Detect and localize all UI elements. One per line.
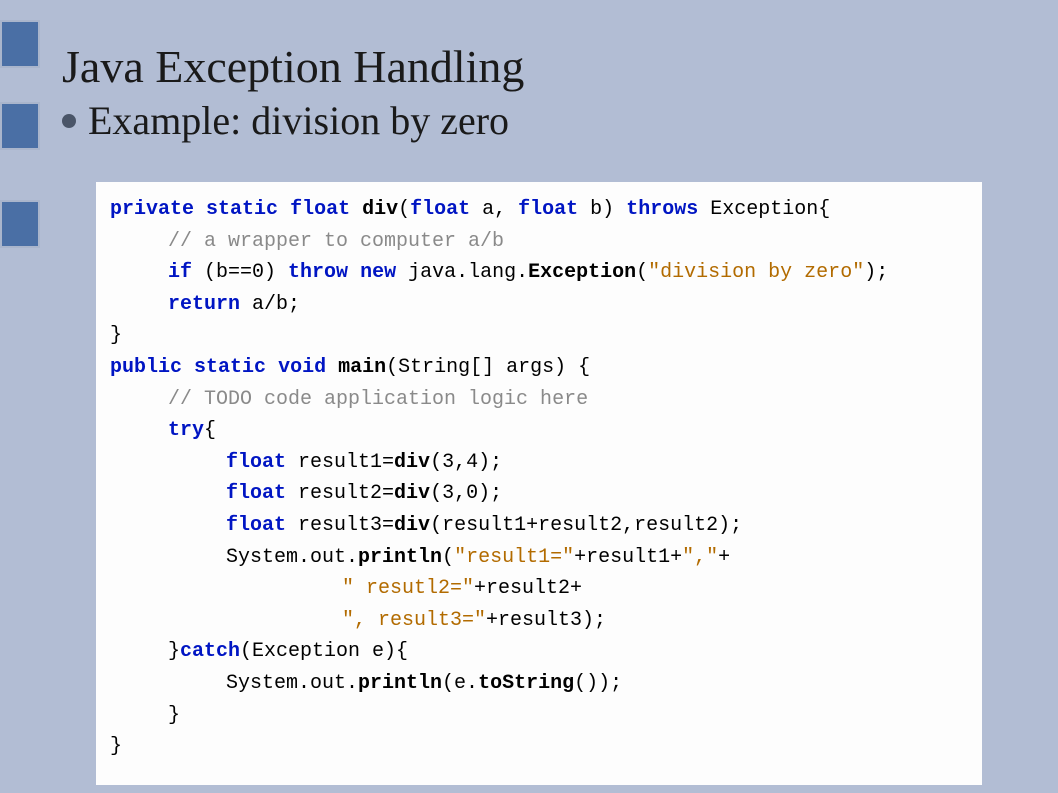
kw-throws: throws: [626, 198, 698, 221]
code-line: public static void main(String[] args) {: [110, 352, 968, 384]
txt: result1=: [286, 451, 394, 474]
string: " resutl2=": [342, 577, 474, 600]
header: Java Exception Handling Example: divisio…: [62, 40, 992, 144]
kw-throw: throw: [288, 261, 348, 284]
kw-float: float: [226, 514, 286, 537]
kw-float: float: [518, 198, 578, 221]
txt: (e.: [442, 672, 478, 695]
txt: (: [398, 198, 410, 221]
fn-tostring: toString: [478, 672, 574, 695]
kw-catch: catch: [180, 640, 240, 663]
txt: ());: [574, 672, 622, 695]
fn-main: main: [338, 356, 386, 379]
txt: Exception{: [698, 198, 830, 221]
bullet-icon: [62, 114, 76, 128]
kw-try: try: [168, 419, 204, 442]
txt: (: [636, 261, 648, 284]
txt: (String[] args) {: [386, 356, 590, 379]
txt: result2=: [286, 482, 394, 505]
kw-float: float: [226, 482, 286, 505]
txt: a/b;: [240, 293, 300, 316]
code-line: float result2=div(3,0);: [110, 478, 968, 510]
txt: b): [578, 198, 626, 221]
kw-void: void: [278, 356, 326, 379]
code-line: System.out.println(e.toString());: [110, 668, 968, 700]
kw-float: float: [290, 198, 350, 221]
txt: (Exception e){: [240, 640, 408, 663]
kw-new: new: [360, 261, 396, 284]
txt: +result2+: [474, 577, 582, 600]
comment: // a wrapper to computer a/b: [168, 230, 504, 253]
string: "division by zero": [648, 261, 864, 284]
txt: }: [168, 704, 180, 727]
code-line: }: [110, 731, 968, 763]
kw-public: public: [110, 356, 182, 379]
decor-box-2: [0, 102, 40, 150]
code-line: if (b==0) throw new java.lang.Exception(…: [110, 257, 968, 289]
code-line: // TODO code application logic here: [110, 384, 968, 416]
fn-println: println: [358, 672, 442, 695]
txt: (result1+result2,result2);: [430, 514, 742, 537]
string: ", result3=": [342, 609, 486, 632]
code-line: }catch(Exception e){: [110, 636, 968, 668]
code-line: System.out.println("result1="+result1+",…: [110, 542, 968, 574]
kw-static: static: [194, 356, 266, 379]
code-line: // a wrapper to computer a/b: [110, 226, 968, 258]
kw-private: private: [110, 198, 194, 221]
comment: // TODO code application logic here: [168, 388, 588, 411]
txt: java.lang.: [396, 261, 528, 284]
txt: (b==0): [192, 261, 288, 284]
txt: );: [864, 261, 888, 284]
decor-box-3: [0, 200, 40, 248]
txt: +: [718, 546, 730, 569]
txt: {: [204, 419, 216, 442]
subtitle-row: Example: division by zero: [62, 97, 992, 144]
fn-exception: Exception: [528, 261, 636, 284]
txt: }: [168, 640, 180, 663]
code-line: ", result3="+result3);: [110, 605, 968, 637]
string: ",": [682, 546, 718, 569]
code-line: try{: [110, 415, 968, 447]
code-line: float result3=div(result1+result2,result…: [110, 510, 968, 542]
kw-float: float: [226, 451, 286, 474]
kw-if: if: [168, 261, 192, 284]
txt: (3,0);: [430, 482, 502, 505]
fn-div: div: [394, 514, 430, 537]
txt: (3,4);: [430, 451, 502, 474]
kw-static: static: [206, 198, 278, 221]
slide-title: Java Exception Handling: [62, 40, 992, 93]
decor-box-1: [0, 20, 40, 68]
kw-return: return: [168, 293, 240, 316]
txt: +result1+: [574, 546, 682, 569]
fn-div: div: [394, 451, 430, 474]
code-line: float result1=div(3,4);: [110, 447, 968, 479]
txt: (: [442, 546, 454, 569]
code-line: private static float div(float a, float …: [110, 194, 968, 226]
code-panel: private static float div(float a, float …: [96, 182, 982, 785]
txt: +result3);: [486, 609, 606, 632]
txt: System.out.: [226, 546, 358, 569]
slide-subtitle: Example: division by zero: [88, 97, 509, 144]
txt: a,: [470, 198, 518, 221]
string: "result1=": [454, 546, 574, 569]
fn-println: println: [358, 546, 442, 569]
fn-div: div: [394, 482, 430, 505]
slide: Java Exception Handling Example: divisio…: [0, 0, 1058, 793]
code-line: }: [110, 700, 968, 732]
kw-float: float: [410, 198, 470, 221]
txt: }: [110, 324, 122, 347]
code-line: " resutl2="+result2+: [110, 573, 968, 605]
code-line: return a/b;: [110, 289, 968, 321]
fn-div: div: [362, 198, 398, 221]
txt: result3=: [286, 514, 394, 537]
txt: System.out.: [226, 672, 358, 695]
txt: }: [110, 735, 122, 758]
code-line: }: [110, 320, 968, 352]
